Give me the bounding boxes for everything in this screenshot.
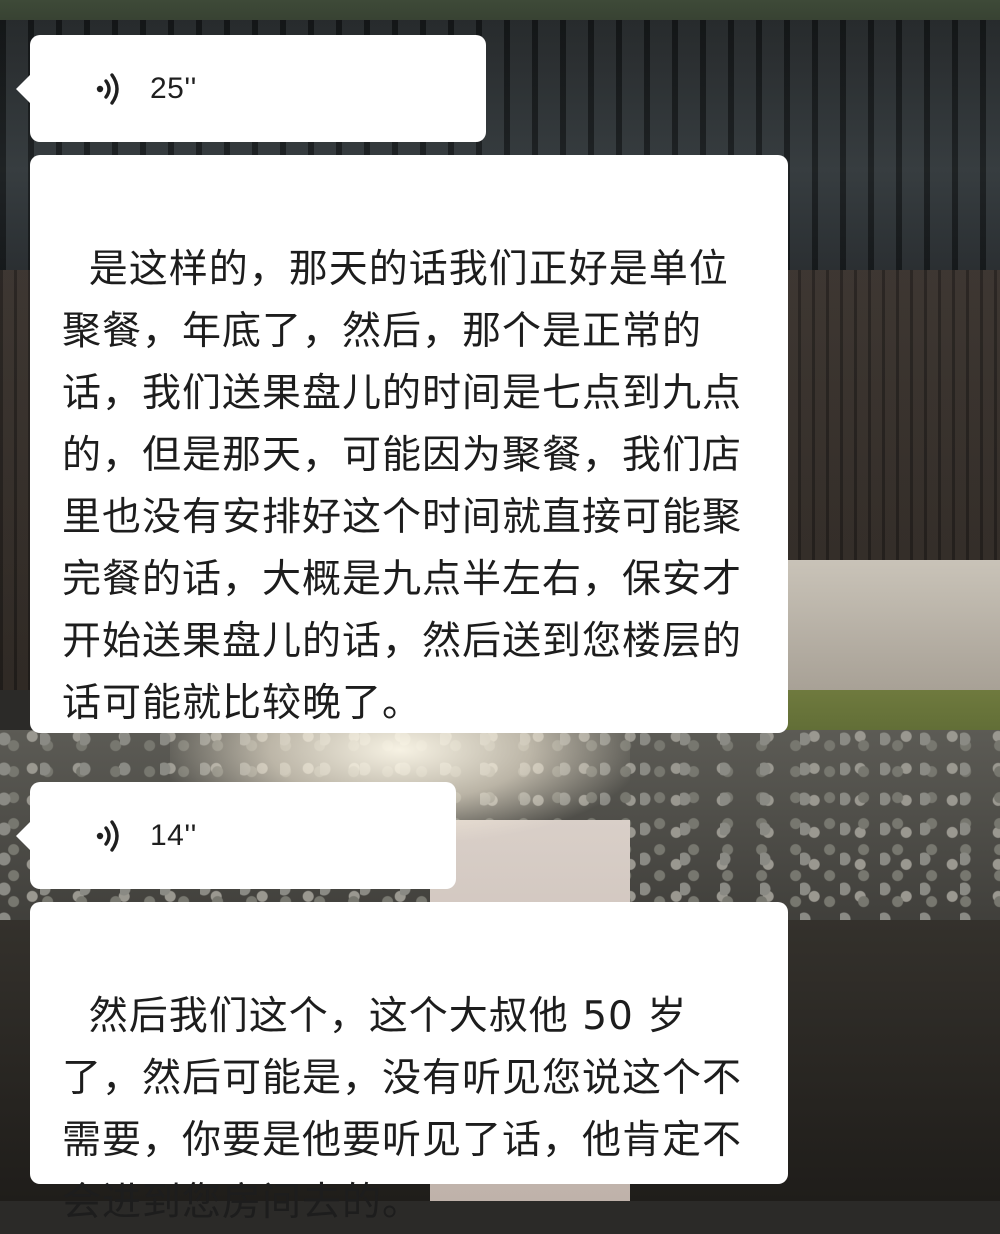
bg-stone-base (780, 560, 1000, 690)
bubble-tail (16, 74, 30, 103)
bubble-tail (16, 821, 30, 850)
transcript-text-bubble: 然后我们这个，这个大叔他 50 岁了，然后可能是，没有听见您说这个不需要，你要是… (30, 902, 788, 1225)
voice-duration: 25'' (150, 71, 197, 105)
transcript-text: 是这样的，那天的话我们正好是单位聚餐，年底了，然后，那个是正常的话，我们送果盘儿… (62, 247, 743, 726)
transcript-text-bubble: 是这样的，那天的话我们正好是单位聚餐，年底了，然后，那个是正常的话，我们送果盘儿… (30, 155, 788, 733)
voice-duration: 14'' (150, 818, 197, 852)
voice-message-bubble[interactable]: 25'' (16, 35, 486, 142)
voice-wave-icon (96, 72, 119, 105)
voice-message-bubble[interactable]: 14'' (16, 782, 456, 889)
voice-wave-icon (96, 819, 119, 852)
